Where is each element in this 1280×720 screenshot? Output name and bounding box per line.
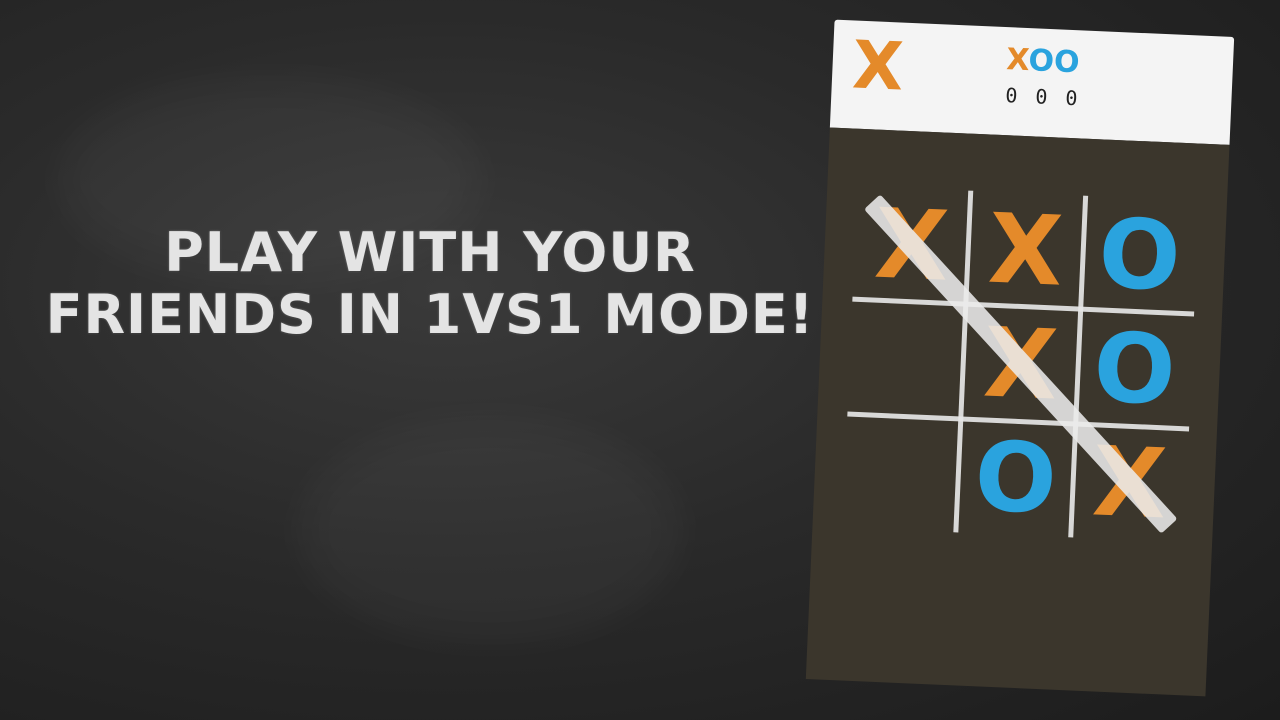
- score-o-wins: 0: [1064, 85, 1078, 111]
- headline-line-2: FRIENDS IN 1VS1 MODE!: [45, 283, 815, 346]
- score-o-icon: O: [1027, 43, 1055, 80]
- score-symbols: XOO: [982, 42, 1103, 81]
- chalk-smudge: [300, 420, 680, 640]
- score-x-wins: 0: [1004, 83, 1018, 108]
- board-cell-7[interactable]: [842, 414, 961, 533]
- score-o-icon: O: [1053, 44, 1081, 81]
- phone-screenshot: X XOO 0 0 0 X X O X O O X: [805, 19, 1235, 697]
- current-turn-icon: X: [850, 26, 906, 106]
- scoreboard: XOO 0 0 0: [981, 42, 1104, 117]
- score-x-icon: X: [1005, 42, 1030, 79]
- promo-headline: PLAY WITH YOUR FRIENDS IN 1VS1 MODE!: [40, 222, 820, 346]
- board-cell-6[interactable]: O: [1075, 310, 1194, 429]
- headline-line-1: PLAY WITH YOUR: [164, 221, 696, 284]
- score-values: 0 0 0: [981, 82, 1102, 111]
- game-header: X XOO 0 0 0: [829, 19, 1235, 145]
- board-cell-4[interactable]: [847, 300, 966, 419]
- tic-tac-toe-board[interactable]: X X O X O O X: [842, 186, 1199, 543]
- board-cell-2[interactable]: X: [966, 191, 1085, 310]
- board-cell-3[interactable]: O: [1080, 196, 1199, 315]
- board-cell-8[interactable]: O: [956, 418, 1075, 537]
- score-draws: 0: [1034, 84, 1048, 109]
